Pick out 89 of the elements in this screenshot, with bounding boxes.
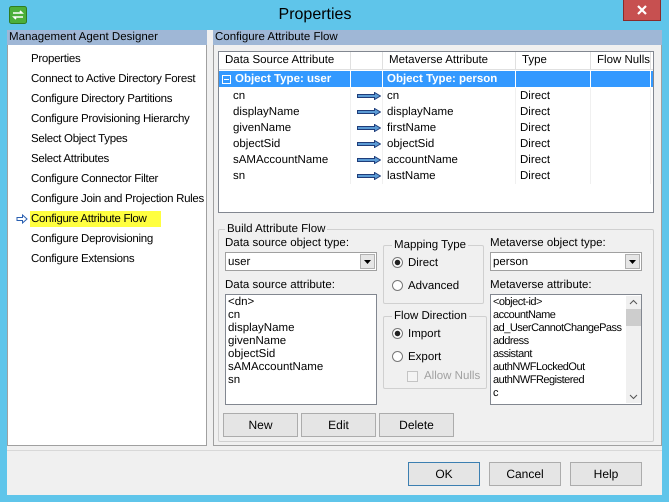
flow-arrow-icon — [356, 140, 380, 148]
list-item[interactable]: givenName — [228, 335, 374, 348]
table-cell: cn — [383, 88, 516, 104]
scroll-down-icon[interactable] — [629, 394, 638, 400]
table-cell: givenName — [219, 120, 351, 136]
table-cell: Object Type: person — [383, 71, 516, 87]
table-cell: Direct — [516, 136, 591, 152]
list-item[interactable]: assistant — [493, 348, 626, 361]
scrollbar[interactable] — [626, 296, 641, 403]
table-cell: displayName — [219, 104, 351, 120]
arrow-icon — [16, 214, 28, 224]
dialog-button[interactable]: Cancel — [489, 462, 561, 486]
dialog-button[interactable]: OK — [408, 462, 480, 486]
action-button[interactable]: Edit — [301, 413, 376, 437]
table-cell: Direct — [516, 152, 591, 168]
flow-arrow-icon — [356, 92, 380, 100]
field-label: Data source object type: — [225, 237, 350, 251]
caret-icon — [364, 260, 371, 264]
navigation-item[interactable]: Configure Attribute Flow — [30, 211, 161, 227]
navigation-item[interactable]: Configure Provisioning Hierarchy — [30, 111, 191, 127]
flow-arrow-icon — [356, 124, 380, 132]
close-icon — [637, 5, 647, 15]
list-item[interactable]: cn — [228, 309, 374, 322]
column-header[interactable]: Type — [516, 52, 591, 69]
column-header[interactable]: Metaverse Attribute — [383, 52, 516, 69]
action-button[interactable]: Delete — [379, 413, 454, 437]
table-cell: objectSid — [383, 136, 516, 152]
table-cell-text: Object Type: user — [235, 72, 332, 87]
list-item[interactable]: accountName — [493, 309, 626, 322]
navigation-item[interactable]: Configure Extensions — [30, 251, 136, 267]
list-item[interactable]: ad_UserCannotChangePass — [493, 322, 626, 335]
list-item[interactable]: authNWFLockedOut — [493, 361, 626, 374]
panel-header: Configure Attribute Flow — [213, 30, 662, 45]
table-cell: Direct — [516, 104, 591, 120]
column-header[interactable]: Data Source Attribute — [219, 52, 351, 69]
list-item[interactable]: c — [493, 387, 626, 400]
radio-button[interactable]: Advanced — [392, 274, 477, 297]
list-item[interactable]: objectSid — [228, 348, 374, 361]
list-item[interactable]: authNWFRegistered — [493, 374, 626, 387]
object-type-dropdown[interactable]: user — [225, 252, 377, 271]
group-title: Build Attribute Flow — [226, 223, 326, 235]
app-icon — [9, 6, 27, 24]
radio-button[interactable]: Export — [392, 345, 480, 368]
window-title: Properties — [278, 6, 352, 24]
navigation-item[interactable]: Configure Connector Filter — [30, 171, 160, 187]
list-item[interactable]: sn — [228, 374, 374, 387]
list-item[interactable]: displayName — [228, 322, 374, 335]
group-title: Flow Direction — [393, 310, 468, 322]
list-item[interactable]: address — [493, 335, 626, 348]
list-item[interactable]: <dn> — [228, 296, 374, 309]
radio-button[interactable]: Import — [392, 322, 480, 345]
field-label: Metaverse attribute: — [490, 279, 593, 293]
group-title: Mapping Type — [393, 239, 468, 251]
table-cell: displayName — [383, 104, 516, 120]
navigation-item[interactable]: Properties — [30, 51, 82, 67]
table-cell: Direct — [516, 120, 591, 136]
navigation-item[interactable]: Select Attributes — [30, 151, 110, 167]
table-cell: cn — [219, 88, 351, 104]
list-item[interactable]: sAMAccountName — [228, 361, 374, 374]
flow-arrow-icon — [356, 108, 380, 116]
table-cell: Direct — [516, 88, 591, 104]
table-cell: accountName — [383, 152, 516, 168]
navigation-item[interactable]: Connect to Active Directory Forest — [30, 71, 196, 87]
scroll-up-icon[interactable] — [629, 299, 638, 305]
table-cell: firstName — [383, 120, 516, 136]
flow-arrow-icon — [356, 156, 380, 164]
navigation-item[interactable]: Select Object Types — [30, 131, 128, 147]
flow-arrow-icon — [356, 172, 380, 180]
list-item[interactable]: <object-id> — [493, 296, 626, 309]
column-header[interactable]: Flow Nulls — [591, 52, 651, 69]
table-cell: sAMAccountName — [219, 152, 351, 168]
table-cell: lastName — [383, 168, 516, 184]
navigation-item[interactable]: Configure Directory Partitions — [30, 91, 174, 107]
caret-icon — [629, 260, 636, 264]
action-button[interactable]: New — [223, 413, 298, 437]
navigation-item[interactable]: Configure Join and Projection Rules — [30, 191, 205, 207]
navigation-item[interactable]: Configure Deprovisioning — [30, 231, 154, 247]
table-cell: sn — [219, 168, 351, 184]
radio-button[interactable]: Direct — [392, 251, 477, 274]
panel-header: Management Agent Designer — [7, 30, 207, 45]
object-type-dropdown[interactable]: person — [490, 252, 642, 271]
field-label: Metaverse object type: — [490, 237, 607, 251]
scrollbar-thumb[interactable] — [626, 309, 641, 326]
field-label: Data source attribute: — [225, 279, 336, 293]
dialog-button[interactable]: Help — [570, 462, 642, 486]
close-button[interactable] — [623, 0, 661, 21]
table-cell: Direct — [516, 168, 591, 184]
table-cell: objectSid — [219, 136, 351, 152]
collapse-icon[interactable] — [222, 74, 231, 84]
